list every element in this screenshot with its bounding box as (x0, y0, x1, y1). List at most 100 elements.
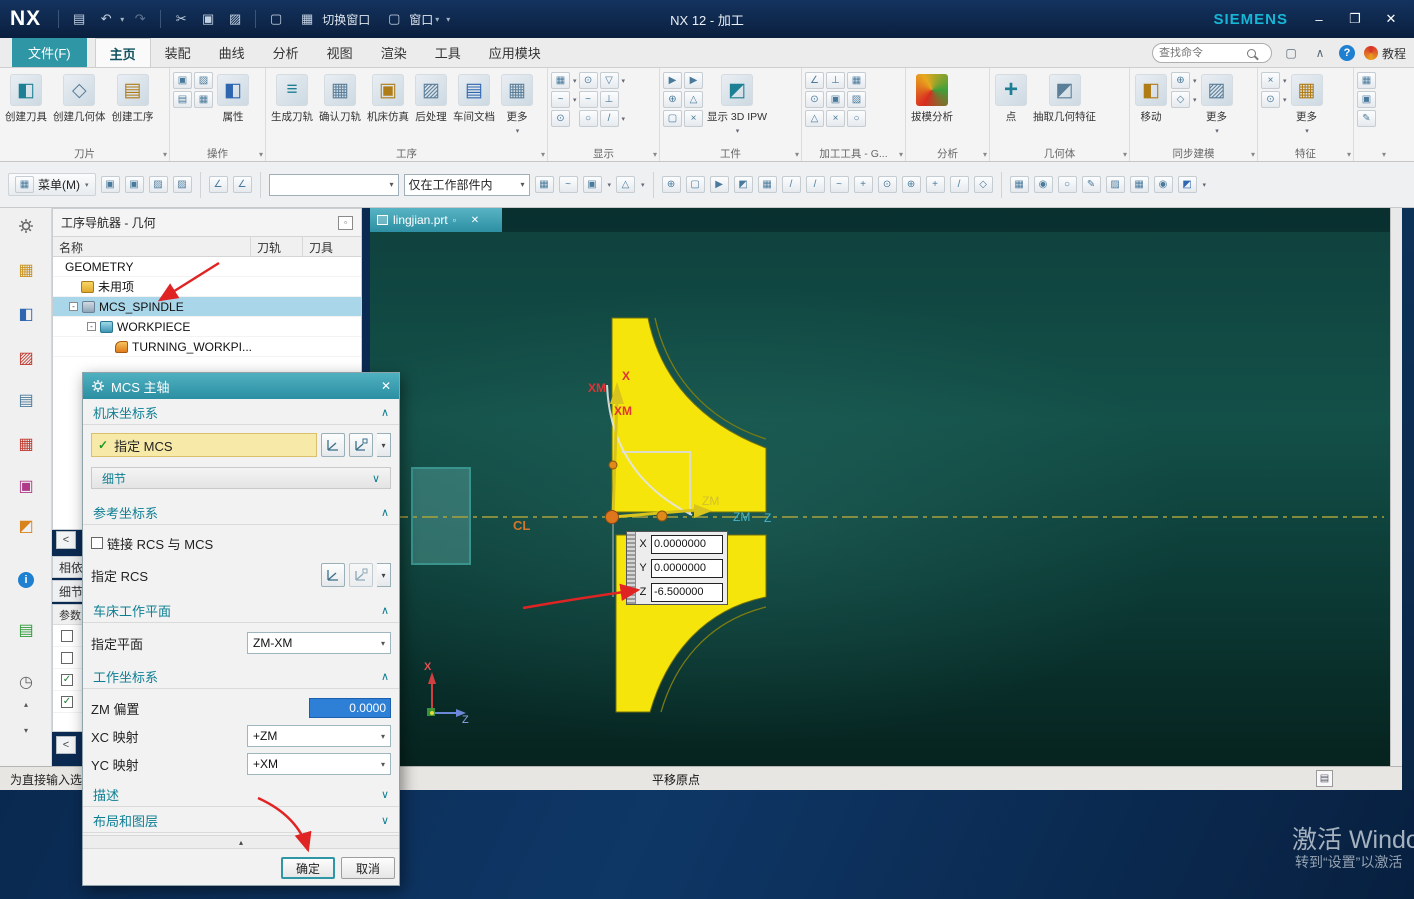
ribbon-mini-icon[interactable] (1261, 72, 1280, 89)
move-button[interactable]: 移动 (1133, 72, 1169, 126)
gear-icon[interactable] (13, 214, 39, 238)
column-header-name[interactable]: 名称 (53, 237, 251, 256)
operation-navigator-icon[interactable] (13, 388, 39, 412)
extract-geometry-button[interactable]: 抽取几何特征 (1031, 72, 1098, 126)
machine-tool-navigator-icon[interactable] (13, 432, 39, 456)
ribbon-mini-icon[interactable] (551, 72, 570, 89)
snap-point-icon[interactable] (806, 176, 825, 193)
tab-application[interactable]: 应用模块 (475, 38, 555, 67)
tab-analysis[interactable]: 分析 (259, 38, 313, 67)
properties-button[interactable]: 属性 (215, 72, 251, 126)
point-button[interactable]: 点 (993, 72, 1029, 126)
snap-point-icon[interactable] (686, 176, 705, 193)
collapse-left-icon[interactable]: < (56, 736, 76, 754)
section-work-cs[interactable]: 工作坐标系 ∧ (83, 665, 399, 689)
ribbon-mini-icon[interactable] (579, 72, 598, 89)
checkbox[interactable] (61, 652, 73, 664)
menu-button[interactable]: 菜单(M) ▾ (8, 173, 96, 196)
ribbon-mini-icon[interactable] (826, 91, 845, 108)
toolbar-icon[interactable] (1010, 176, 1029, 193)
ribbon-mini-icon[interactable] (826, 110, 845, 127)
history-icon[interactable] (13, 670, 39, 694)
section-lathe-plane[interactable]: 车床工作平面 ∧ (83, 599, 399, 623)
ribbon-mini-icon[interactable] (551, 91, 570, 108)
snap-point-icon[interactable] (878, 176, 897, 193)
tab-tools[interactable]: 工具 (421, 38, 475, 67)
scroll-up-icon[interactable]: ▴ (20, 698, 32, 710)
info-icon[interactable]: i (13, 568, 39, 592)
ribbon-mini-icon[interactable] (663, 110, 682, 127)
ribbon-mini-icon[interactable] (1261, 91, 1280, 108)
ribbon-mini-icon[interactable] (663, 72, 682, 89)
specify-mcs-field[interactable]: ✓ 指定 MCS (91, 433, 317, 457)
dialog-collapse-strip[interactable]: ▴ (83, 835, 399, 849)
paste-icon[interactable] (224, 9, 246, 29)
csys-type-button[interactable] (349, 433, 373, 457)
tab-home[interactable]: 主页 (95, 38, 151, 67)
checkbox[interactable]: ✓ (61, 696, 73, 708)
undo-icon[interactable] (95, 9, 117, 29)
group-dialog-icon[interactable]: ▾ (983, 150, 987, 159)
switch-window-button[interactable]: 切换窗口 (292, 9, 374, 29)
csys-options-caret-icon[interactable]: ▾ (377, 563, 391, 587)
tab-render[interactable]: 渲染 (367, 38, 421, 67)
snap-point-icon[interactable] (902, 176, 921, 193)
section-machine-cs[interactable]: 机床坐标系 ∧ (83, 401, 399, 425)
tree-row-turning-workpiece[interactable]: TURNING_WORKPI... (53, 337, 361, 357)
group-dialog-icon[interactable]: ▾ (899, 150, 903, 159)
dialog-close-icon[interactable]: ✕ (381, 379, 391, 393)
toolbar-icon[interactable] (233, 176, 252, 193)
help-icon[interactable]: ? (1339, 45, 1355, 61)
snap-point-icon[interactable] (854, 176, 873, 193)
dialog-header[interactable]: MCS 主轴 ✕ (83, 373, 399, 399)
column-header-toolpath[interactable]: 刀轨 (251, 237, 303, 256)
tree-row-workpiece[interactable]: - WORKPIECE (53, 317, 361, 337)
x-coordinate-field[interactable]: 0.0000000 (651, 535, 723, 554)
ribbon-mini-icon[interactable] (1171, 72, 1190, 89)
float-panel-icon[interactable]: ▫ (338, 216, 353, 230)
more-sync-button[interactable]: 更多 ▾ (1199, 72, 1235, 137)
redo-icon[interactable] (129, 9, 151, 29)
graphics-viewport[interactable]: lingjian.prt ▫ ✕ (370, 208, 1390, 766)
link-rcs-row[interactable]: 链接 RCS 与 MCS (83, 531, 399, 555)
section-reference-cs[interactable]: 参考坐标系 ∧ (83, 501, 399, 525)
ribbon-mini-icon[interactable] (847, 91, 866, 108)
snap-point-icon[interactable] (758, 176, 777, 193)
toolbar-icon[interactable] (1034, 176, 1053, 193)
csys-dialog-button[interactable] (321, 433, 345, 457)
ribbon-mini-icon[interactable] (194, 91, 213, 108)
ribbon-mini-icon[interactable] (805, 72, 824, 89)
toolbar-icon[interactable] (1178, 176, 1197, 193)
status-tray-icon[interactable] (1316, 770, 1333, 787)
minimize-ribbon-icon[interactable]: ∧ (1310, 43, 1330, 63)
zm-offset-field[interactable]: 0.0000 (309, 698, 391, 718)
snap-point-icon[interactable] (782, 176, 801, 193)
group-dialog-icon[interactable]: ▾ (259, 150, 263, 159)
more-feature-button[interactable]: 更多 ▾ (1289, 72, 1325, 137)
cancel-button[interactable]: 取消 (341, 857, 395, 879)
toolbar-icon[interactable] (535, 176, 554, 193)
ribbon-mini-icon[interactable] (847, 110, 866, 127)
ribbon-mini-icon[interactable] (600, 110, 619, 127)
model-canvas[interactable]: CL X XM XM ZM ZM Z X Z (370, 208, 1390, 766)
snap-point-icon[interactable] (974, 176, 993, 193)
ribbon-mini-icon[interactable] (579, 110, 598, 127)
ribbon-mini-icon[interactable] (173, 72, 192, 89)
draft-analysis-button[interactable]: 拔模分析 (909, 72, 955, 126)
csys-options-caret-icon[interactable]: ▾ (377, 433, 391, 457)
group-dialog-icon[interactable]: ▾ (1347, 150, 1351, 159)
snap-point-icon[interactable] (710, 176, 729, 193)
yc-mapping-dropdown[interactable]: +XM ▾ (247, 753, 391, 775)
toolbar-overflow-caret-icon[interactable]: ▾ (1203, 181, 1207, 189)
ok-button[interactable]: 确定 (281, 857, 335, 879)
y-coordinate-field[interactable]: 0.0000000 (651, 559, 723, 578)
tab-curve[interactable]: 曲线 (205, 38, 259, 67)
shop-doc-button[interactable]: 车间文档 (451, 72, 497, 126)
ribbon-mini-icon[interactable] (684, 91, 703, 108)
postprocess-button[interactable]: 后处理 (413, 72, 449, 126)
ribbon-mini-icon[interactable] (684, 110, 703, 127)
ribbon-mini-icon[interactable] (173, 91, 192, 108)
tree-row-geometry[interactable]: GEOMETRY (53, 257, 361, 277)
undo-caret-icon[interactable]: ▾ (120, 15, 124, 24)
toolbar-icon[interactable] (149, 176, 168, 193)
